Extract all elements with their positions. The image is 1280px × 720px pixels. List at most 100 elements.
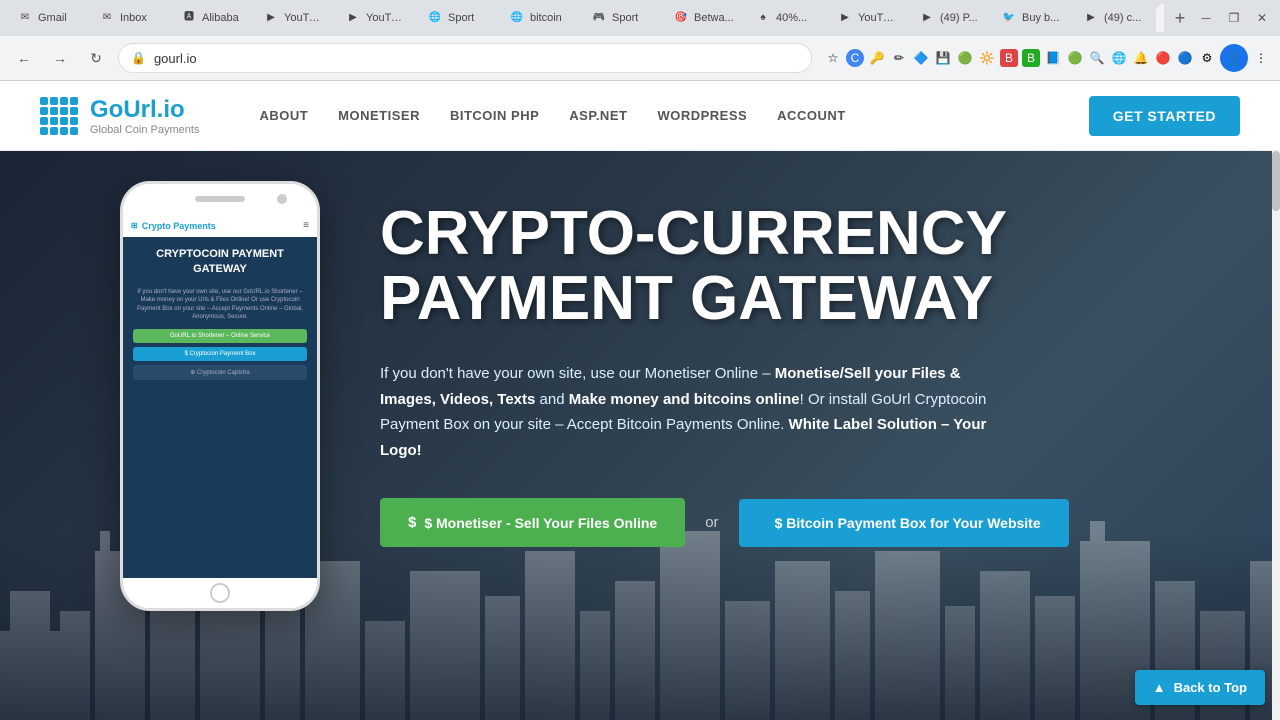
profile-button[interactable]: 👤	[1220, 44, 1248, 72]
tab-betwa[interactable]: 🎯 Betwa...	[664, 4, 744, 32]
tab-yt-2[interactable]: ▶ YouTube	[336, 4, 416, 32]
reload-button[interactable]: ↻	[82, 44, 110, 72]
phone-speaker	[195, 196, 245, 202]
tab-label-sport-1: Sport	[448, 12, 474, 24]
extension-icon-10[interactable]: 📘	[1044, 49, 1062, 67]
tab-sport-1[interactable]: 🌐Sport	[418, 4, 498, 32]
tab-bitcoin[interactable]: 🌐bitcoin	[500, 4, 580, 32]
back-to-top-button[interactable]: ▲ Back to Top	[1135, 670, 1265, 705]
extension-icon-14[interactable]: 🔔	[1132, 49, 1150, 67]
site-navigation: GoUrl.io Global Coin Payments ABOUT MONE…	[0, 81, 1280, 151]
extension-icon-1[interactable]: C	[846, 49, 864, 67]
tab-icon-betwa: 🎯	[674, 11, 688, 25]
tab-twitter[interactable]: 🐦Buy b...	[992, 4, 1072, 32]
url-text: gourl.io	[154, 51, 197, 66]
phone-content: CRYPTOCOIN PAYMENT GATEWAY If you don't …	[123, 237, 317, 578]
tab-label-alibaba: Alibaba	[202, 12, 239, 24]
extension-icon-8[interactable]: B	[1000, 49, 1018, 67]
website-content: GoUrl.io Global Coin Payments ABOUT MONE…	[0, 81, 1280, 720]
bookmark-icons: ☆ C 🔑 ✏ 🔷 💾 🟢 🔆 B B 📘 🟢 🔍 🌐 🔔 🔴 🔵 ⚙ 👤	[824, 44, 1270, 72]
logo-title: GoUrl.io	[90, 96, 199, 124]
tab-yt-3[interactable]: ▶YouTu...	[828, 4, 908, 32]
tab-forty[interactable]: ♠40%...	[746, 4, 826, 32]
tab-label-sport-2: Sport	[612, 12, 638, 24]
hero-description: If you don't have your own site, use our…	[380, 361, 1020, 463]
lock-icon: 🔒	[131, 51, 146, 65]
tab-icon-gmail-1: ✉	[18, 11, 32, 25]
scrollbar-thumb[interactable]	[1272, 151, 1280, 211]
nav-account[interactable]: ACCOUNT	[777, 108, 846, 123]
monetiser-button-label: $ Monetiser - Sell Your Files Online	[424, 515, 657, 531]
or-label: or	[705, 514, 718, 531]
extension-icon-12[interactable]: 🔍	[1088, 49, 1106, 67]
forward-button[interactable]: →	[46, 44, 74, 72]
menu-dots-icon[interactable]: ⋮	[1252, 49, 1270, 67]
tab-yt-5[interactable]: ▶(49) c...	[1074, 4, 1154, 32]
extension-icon-6[interactable]: 🟢	[956, 49, 974, 67]
get-started-button[interactable]: GET STARTED	[1089, 96, 1240, 136]
tab-gourl[interactable]: 🌐G	[1156, 4, 1164, 32]
nav-bitcoin-php[interactable]: BITCOIN PHP	[450, 108, 539, 123]
tab-alibaba[interactable]: 🅰Alibaba	[172, 4, 252, 32]
close-button[interactable]: ✕	[1252, 8, 1272, 28]
phone-screen-header: ⊞ Crypto Payments ≡	[123, 214, 317, 237]
logo-subtitle: Global Coin Payments	[90, 124, 199, 136]
tab-gmail-1[interactable]: ✉Gmail	[8, 4, 88, 32]
bitcoin-payment-button-label: $ Bitcoin Payment Box for Your Website	[775, 515, 1041, 531]
scrollbar-track	[1272, 151, 1280, 720]
tab-icon-yt-4: ▶	[920, 11, 934, 25]
logo-area[interactable]: GoUrl.io Global Coin Payments	[40, 96, 199, 136]
nav-monetiser[interactable]: MONETISER	[338, 108, 420, 123]
tab-icon-sport-2: 🎮	[592, 11, 606, 25]
extension-icon-13[interactable]: 🌐	[1110, 49, 1128, 67]
phone-screen: ⊞ Crypto Payments ≡ CRYPTOCOIN PAYMENT G…	[123, 214, 317, 578]
extension-icon-7[interactable]: 🔆	[978, 49, 996, 67]
browser-window: ✉Gmail✉Inbox🅰Alibaba▶YouTube▶YouTube🌐Spo…	[0, 0, 1280, 720]
nav-wordpress[interactable]: WORDPRESS	[657, 108, 747, 123]
maximize-button[interactable]: ❐	[1224, 8, 1244, 28]
tab-gmail-2[interactable]: ✉ Inbox	[90, 4, 170, 32]
tab-sport-2[interactable]: 🎮 Sport	[582, 4, 662, 32]
phone-app-title: ⊞ Crypto Payments	[131, 221, 216, 231]
tab-label-gmail-2: Inbox	[120, 12, 147, 24]
extension-icon-15[interactable]: 🔴	[1154, 49, 1172, 67]
phone-blue-button: $ Cryptocoin Payment Box	[133, 347, 307, 361]
new-tab-button[interactable]: +	[1166, 4, 1194, 32]
logo-dots-icon	[40, 97, 78, 135]
extension-icon-17[interactable]: ⚙	[1198, 49, 1216, 67]
tab-label-forty: 40%...	[776, 12, 807, 24]
tab-icon-yt-2: ▶	[346, 11, 360, 25]
address-bar[interactable]: 🔒 gourl.io	[118, 43, 812, 73]
tab-icon-gmail-2: ✉	[100, 11, 114, 25]
extension-icon-4[interactable]: 🔷	[912, 49, 930, 67]
extension-icon-5[interactable]: 💾	[934, 49, 952, 67]
extension-icon-3[interactable]: ✏	[890, 49, 908, 67]
extension-icon-9[interactable]: B	[1022, 49, 1040, 67]
back-button[interactable]: ←	[10, 44, 38, 72]
tab-icon-twitter: 🐦	[1002, 11, 1016, 25]
browser-chrome: ✉Gmail✉Inbox🅰Alibaba▶YouTube▶YouTube🌐Spo…	[0, 0, 1280, 81]
tab-label-yt-2: YouTube	[366, 12, 406, 24]
extension-icon-16[interactable]: 🔵	[1176, 49, 1194, 67]
tab-yt-4[interactable]: ▶(49) P...	[910, 4, 990, 32]
tab-yt-1[interactable]: ▶YouTube	[254, 4, 334, 32]
hero-buttons: $ $ Monetiser - Sell Your Files Online o…	[380, 498, 1240, 547]
tab-label-betwa: Betwa...	[694, 12, 734, 24]
extension-icon-11[interactable]: 🟢	[1066, 49, 1084, 67]
back-to-top-label: Back to Top	[1174, 680, 1247, 695]
phone-heading: CRYPTOCOIN PAYMENT GATEWAY	[133, 247, 307, 278]
bookmark-star-icon[interactable]: ☆	[824, 49, 842, 67]
phone-bottom-bar	[123, 578, 317, 608]
nav-about[interactable]: ABOUT	[259, 108, 308, 123]
bitcoin-payment-button[interactable]: $ Bitcoin Payment Box for Your Website	[739, 499, 1069, 547]
phone-home-button	[210, 583, 230, 603]
minimize-button[interactable]: ─	[1196, 8, 1216, 28]
window-controls: ─ ❐ ✕	[1196, 8, 1272, 28]
monetiser-button[interactable]: $ $ Monetiser - Sell Your Files Online	[380, 498, 685, 547]
address-bar-row: ← → ↻ 🔒 gourl.io ☆ C 🔑 ✏ 🔷 💾 🟢 🔆 B B 📘 🟢	[0, 36, 1280, 80]
tab-bar: ✉Gmail✉Inbox🅰Alibaba▶YouTube▶YouTube🌐Spo…	[0, 0, 1280, 36]
tab-icon-yt-5: ▶	[1084, 11, 1098, 25]
nav-asp-net[interactable]: ASP.NET	[569, 108, 627, 123]
extension-icon-2[interactable]: 🔑	[868, 49, 886, 67]
phone-menu-icon: ≡	[303, 220, 309, 231]
